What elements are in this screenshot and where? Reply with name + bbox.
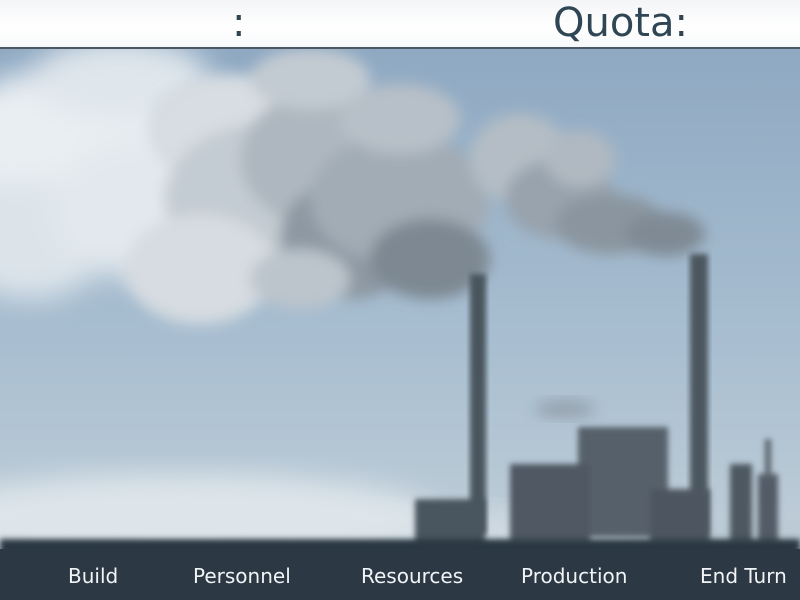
smokestack-scene-image	[0, 49, 800, 600]
resources-button[interactable]: Resources	[361, 556, 463, 596]
build-button[interactable]: Build	[68, 556, 118, 596]
game-screen: : Quota: Build Personnel Resources Produ…	[0, 0, 800, 600]
bottom-menu-bar: Build Personnel Resources Production End…	[0, 556, 800, 600]
quota-label: Quota:	[553, 0, 688, 46]
status-label: :	[232, 0, 246, 46]
personnel-button[interactable]: Personnel	[193, 556, 291, 596]
top-status-bar: : Quota:	[0, 0, 800, 49]
production-button[interactable]: Production	[521, 556, 627, 596]
power-plant-background	[0, 49, 800, 600]
end-turn-button[interactable]: End Turn	[700, 556, 787, 596]
